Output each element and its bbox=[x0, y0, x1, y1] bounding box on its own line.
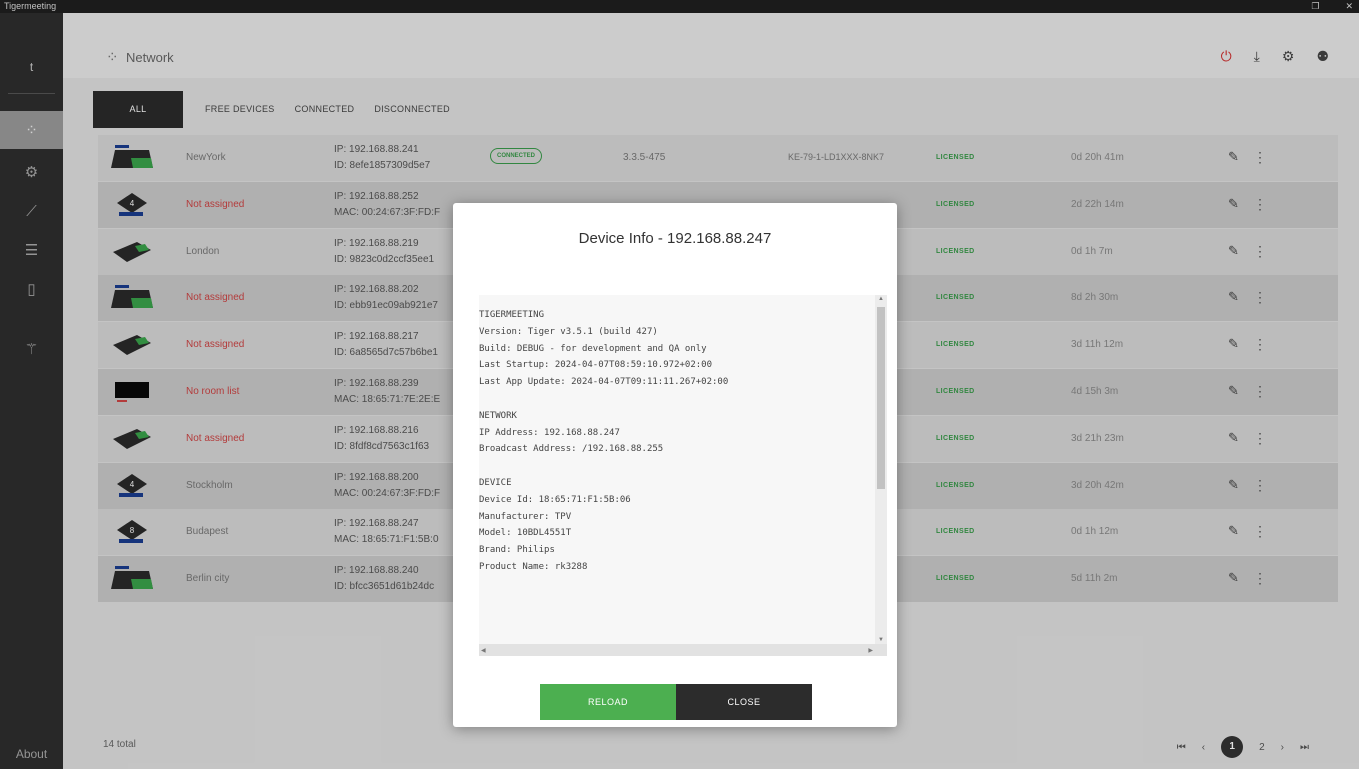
info-line: Product Name: rk3288 bbox=[479, 561, 588, 572]
close-button[interactable]: CLOSE bbox=[676, 684, 812, 720]
info-line: Device Id: 18:65:71:F1:5B:06 bbox=[479, 494, 631, 505]
info-line: Last Startup: 2024-04-07T08:59:10.972+02… bbox=[479, 360, 712, 371]
info-line: IP Address: 192.168.88.247 bbox=[479, 427, 620, 438]
info-line bbox=[479, 391, 728, 408]
scroll-left-icon[interactable]: ◀ bbox=[481, 647, 486, 654]
dialog-title: Device Info - 192.168.88.247 bbox=[578, 230, 772, 247]
info-line: Model: 10BDL4551T bbox=[479, 528, 572, 539]
device-info-text: TIGERMEETING Version: Tiger v3.5.1 (build… bbox=[479, 307, 728, 576]
scroll-right-icon[interactable]: ▶ bbox=[868, 647, 873, 654]
horizontal-scrollbar[interactable]: ◀ ▶ bbox=[479, 644, 887, 656]
info-line: Manufacturer: TPV bbox=[479, 511, 572, 522]
scroll-down-icon[interactable]: ▼ bbox=[878, 637, 884, 643]
info-line: Build: DEBUG - for development and QA on… bbox=[479, 343, 707, 354]
info-line: Brand: Philips bbox=[479, 545, 555, 556]
info-line: Last App Update: 2024-04-07T09:11:11.267… bbox=[479, 377, 729, 388]
vertical-scrollbar[interactable]: ▲ ▼ bbox=[875, 295, 887, 644]
device-info-dialog: Device Info - 192.168.88.247 TIGERMEETIN… bbox=[453, 203, 897, 727]
device-info-textarea[interactable]: TIGERMEETING Version: Tiger v3.5.1 (build… bbox=[479, 295, 887, 656]
info-line: Broadcast Address: /192.168.88.255 bbox=[479, 444, 664, 455]
info-line: Version: Tiger v3.5.1 (build 427) bbox=[479, 326, 658, 337]
info-line: NETWORK bbox=[479, 410, 517, 421]
scrollbar-thumb[interactable] bbox=[877, 307, 885, 489]
reload-button[interactable]: RELOAD bbox=[540, 684, 676, 720]
info-line bbox=[479, 458, 728, 475]
info-line: TIGERMEETING bbox=[479, 310, 545, 320]
scroll-up-icon[interactable]: ▲ bbox=[878, 296, 884, 302]
info-line: DEVICE bbox=[479, 477, 512, 488]
